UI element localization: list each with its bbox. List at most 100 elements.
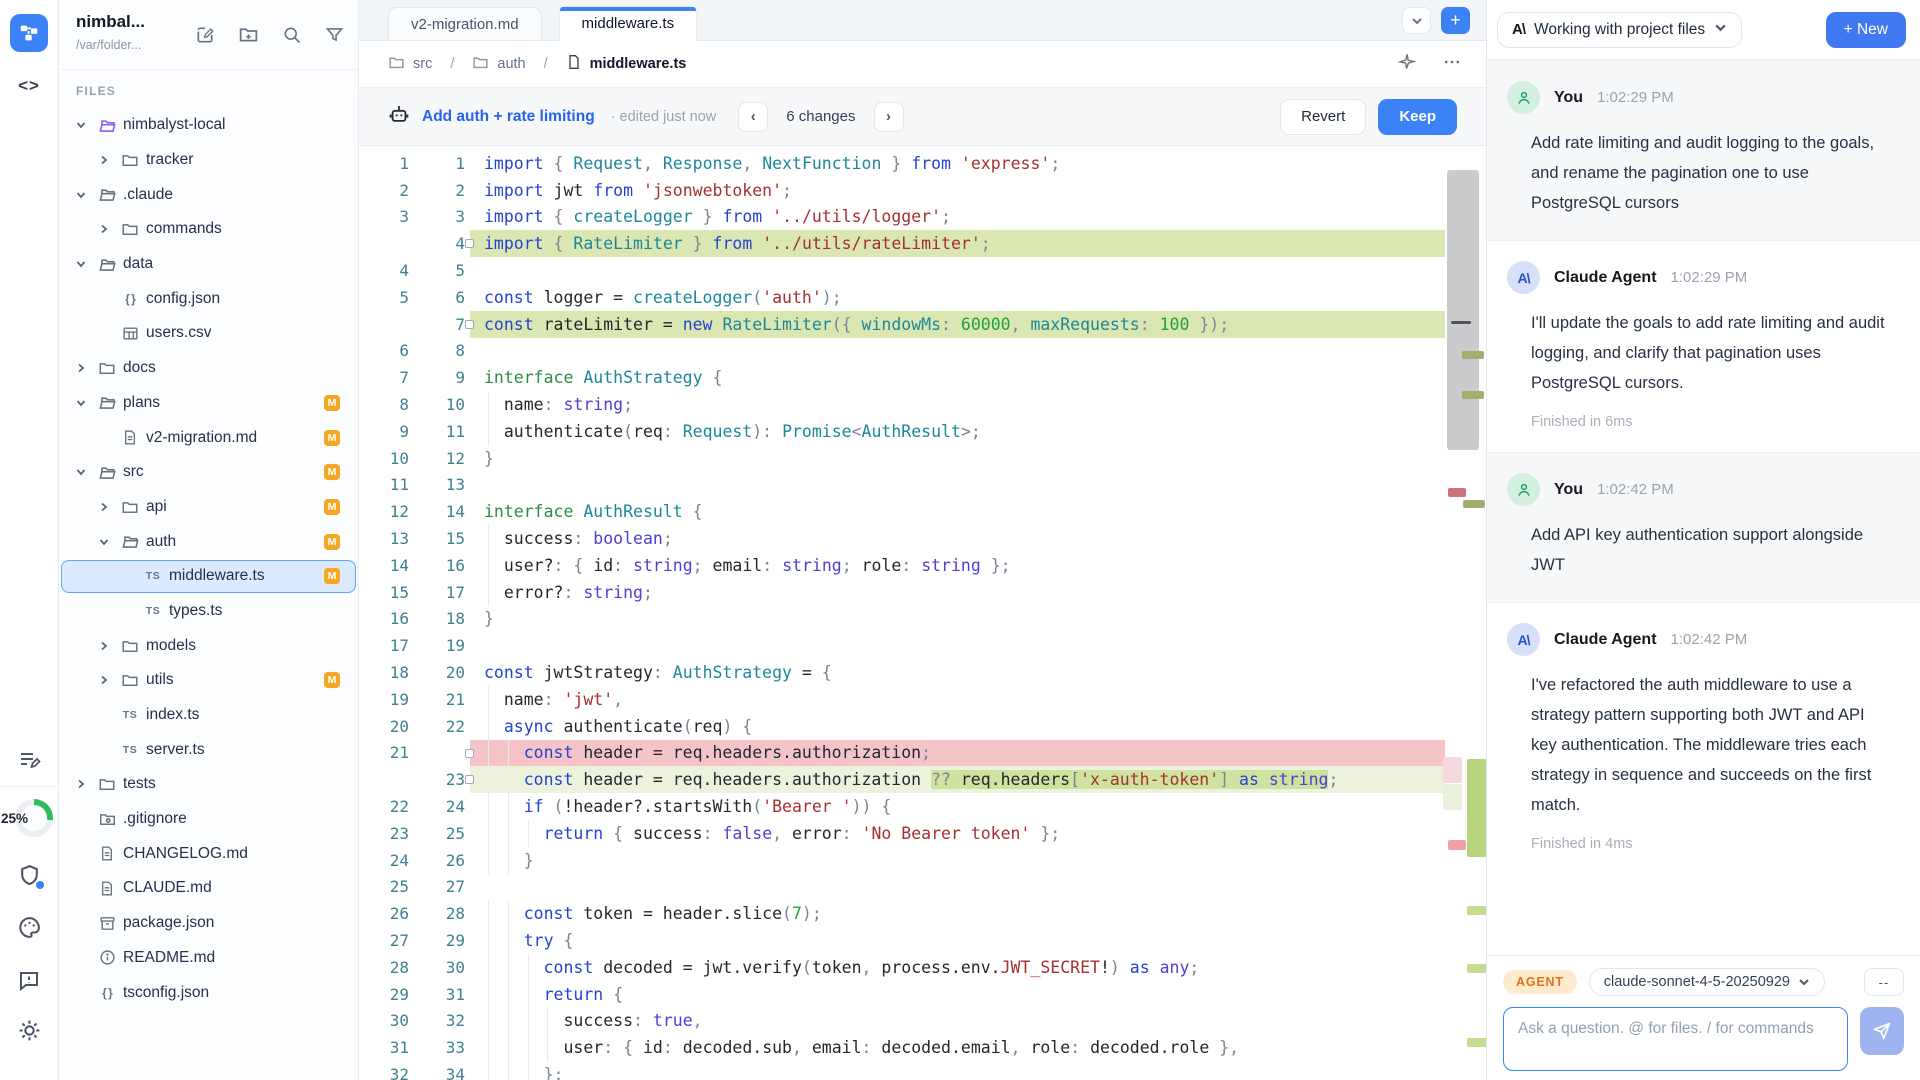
code-line[interactable]: 1113 (359, 472, 1486, 499)
search-icon[interactable] (282, 25, 302, 50)
tree-item-models[interactable]: models (59, 628, 358, 663)
chevron-right-icon[interactable] (74, 362, 88, 374)
code-line[interactable]: 79interface AuthStrategy { (359, 364, 1486, 391)
code-line[interactable]: 1416 user?: { id: string; email: string;… (359, 552, 1486, 579)
code-line[interactable]: 2224 if (!header?.startsWith('Bearer '))… (359, 793, 1486, 820)
tree-item-docs[interactable]: docs (59, 351, 358, 386)
code-line[interactable]: 3133 user: { id: decoded.sub, email: dec… (359, 1034, 1486, 1061)
shield-icon[interactable] (17, 863, 42, 888)
chevron-right-icon[interactable] (97, 223, 111, 235)
palette-icon[interactable] (17, 915, 42, 940)
tree-item--gitignore[interactable]: .gitignore (59, 802, 358, 837)
send-button[interactable] (1860, 1007, 1904, 1055)
keep-button[interactable]: Keep (1378, 99, 1457, 135)
code-line[interactable]: 2830 const decoded = jwt.verify(token, p… (359, 954, 1486, 981)
code-line[interactable]: 810 name: string; (359, 391, 1486, 418)
tree-item-readme-md[interactable]: README.md (59, 941, 358, 976)
code-line[interactable]: 22import jwt from 'jsonwebtoken'; (359, 177, 1486, 204)
code-line[interactable]: 23 const header = req.headers.authorizat… (359, 766, 1486, 793)
code-editor[interactable]: 11import { Request, Response, NextFuncti… (359, 146, 1486, 1080)
chevron-down-icon[interactable] (74, 258, 88, 270)
app-logo-icon[interactable] (10, 14, 48, 52)
chevron-right-icon[interactable] (97, 154, 111, 166)
tree-item-data[interactable]: data (59, 247, 358, 282)
code-line[interactable]: 2325 return { success: false, error: 'No… (359, 820, 1486, 847)
tree-item-package-json[interactable]: package.json (59, 906, 358, 941)
tree-item-auth[interactable]: authM (59, 524, 358, 559)
tab-middleware[interactable]: middleware.ts (559, 6, 698, 41)
tree-item-users-csv[interactable]: users.csv (59, 316, 358, 351)
tree-item-api[interactable]: apiM (59, 490, 358, 525)
tree-item-tsconfig-json[interactable]: { }tsconfig.json (59, 975, 358, 1010)
code-line[interactable]: 2931 return { (359, 981, 1486, 1008)
more-options-icon[interactable] (1442, 52, 1462, 77)
code-line[interactable]: 45 (359, 257, 1486, 284)
code-line[interactable]: 4import { RateLimiter } from '../utils/r… (359, 230, 1486, 257)
tree-item-config-json[interactable]: { }config.json (59, 281, 358, 316)
tab-list-dropdown-button[interactable] (1402, 7, 1431, 34)
tree-item-index-ts[interactable]: TSindex.ts (59, 698, 358, 733)
tree-item-commands[interactable]: commands (59, 212, 358, 247)
model-select[interactable]: claude-sonnet-4-5-20250929 (1589, 968, 1825, 996)
feedback-icon[interactable] (17, 968, 41, 992)
code-line[interactable]: 1921 name: 'jwt', (359, 686, 1486, 713)
code-line[interactable]: 68 (359, 338, 1486, 365)
code-view-icon[interactable]: <> (18, 76, 40, 96)
code-line[interactable]: 1719 (359, 632, 1486, 659)
tree-item-middleware-ts[interactable]: TSmiddleware.tsM (59, 559, 358, 594)
edit-file-icon[interactable] (195, 25, 215, 50)
code-line[interactable]: 2527 (359, 874, 1486, 901)
chevron-right-icon[interactable] (97, 640, 111, 652)
code-line[interactable]: 1012} (359, 445, 1486, 472)
prev-change-button[interactable]: ‹ (738, 102, 768, 132)
sparkle-icon[interactable] (1397, 52, 1416, 76)
code-line[interactable]: 3234 }; (359, 1061, 1486, 1080)
context-progress-ring[interactable]: 25% (3, 799, 55, 839)
code-line[interactable]: 1214interface AuthResult { (359, 498, 1486, 525)
breadcrumb-folder[interactable]: src (413, 56, 432, 72)
editor-scrollbar[interactable] (1447, 170, 1479, 450)
tab-v2-migration[interactable]: v2-migration.md (388, 7, 542, 40)
tree-item-server-ts[interactable]: TSserver.ts (59, 732, 358, 767)
change-set-title[interactable]: Add auth + rate limiting (422, 108, 595, 126)
new-folder-icon[interactable] (238, 24, 259, 50)
tree-item-v2-migration-md[interactable]: v2-migration.mdM (59, 420, 358, 455)
tree-item-utils[interactable]: utilsM (59, 663, 358, 698)
tree-item--claude[interactable]: .claude (59, 177, 358, 212)
filter-icon[interactable] (325, 25, 344, 49)
chevron-down-icon[interactable] (74, 119, 88, 131)
next-change-button[interactable]: › (874, 102, 904, 132)
tree-item-plans[interactable]: plansM (59, 386, 358, 421)
tree-item-types-ts[interactable]: TStypes.ts (59, 594, 358, 629)
code-line[interactable]: 11import { Request, Response, NextFuncti… (359, 150, 1486, 177)
chevron-right-icon[interactable] (97, 674, 111, 686)
code-line[interactable]: 21 const header = req.headers.authorizat… (359, 740, 1486, 767)
code-line[interactable]: 56const logger = createLogger('auth'); (359, 284, 1486, 311)
tree-item-src[interactable]: srcM (59, 455, 358, 490)
new-chat-button[interactable]: + New (1826, 12, 1906, 48)
chevron-right-icon[interactable] (97, 501, 111, 513)
code-line[interactable]: 2022 async authenticate(req) { (359, 713, 1486, 740)
tree-item-changelog-md[interactable]: CHANGELOG.md (59, 836, 358, 871)
code-line[interactable]: 33import { createLogger } from '../utils… (359, 204, 1486, 231)
chat-input[interactable] (1503, 1007, 1848, 1071)
code-line[interactable]: 2426 } (359, 847, 1486, 874)
code-line[interactable]: 3032 success: true, (359, 1008, 1486, 1035)
chevron-down-icon[interactable] (97, 536, 111, 548)
session-dropdown[interactable]: A\ Working with project files (1497, 12, 1742, 48)
code-line[interactable]: 1820const jwtStrategy: AuthStrategy = { (359, 659, 1486, 686)
chevron-down-icon[interactable] (74, 189, 88, 201)
chevron-right-icon[interactable] (74, 778, 88, 790)
settings-gear-icon[interactable] (17, 1018, 42, 1043)
chevron-down-icon[interactable] (74, 397, 88, 409)
code-line[interactable]: 2628 const token = header.slice(7); (359, 900, 1486, 927)
code-line[interactable]: 2729 try { (359, 927, 1486, 954)
breadcrumb-folder[interactable]: auth (497, 56, 525, 72)
code-line[interactable]: 1517 error?: string; (359, 579, 1486, 606)
code-line[interactable]: 911 authenticate(req: Request): Promise<… (359, 418, 1486, 445)
notes-edit-icon[interactable] (17, 748, 41, 772)
tree-item-tests[interactable]: tests (59, 767, 358, 802)
chevron-down-icon[interactable] (74, 466, 88, 478)
new-tab-button[interactable]: + (1441, 7, 1470, 34)
code-line[interactable]: 7const rateLimiter = new RateLimiter({ w… (359, 311, 1486, 338)
